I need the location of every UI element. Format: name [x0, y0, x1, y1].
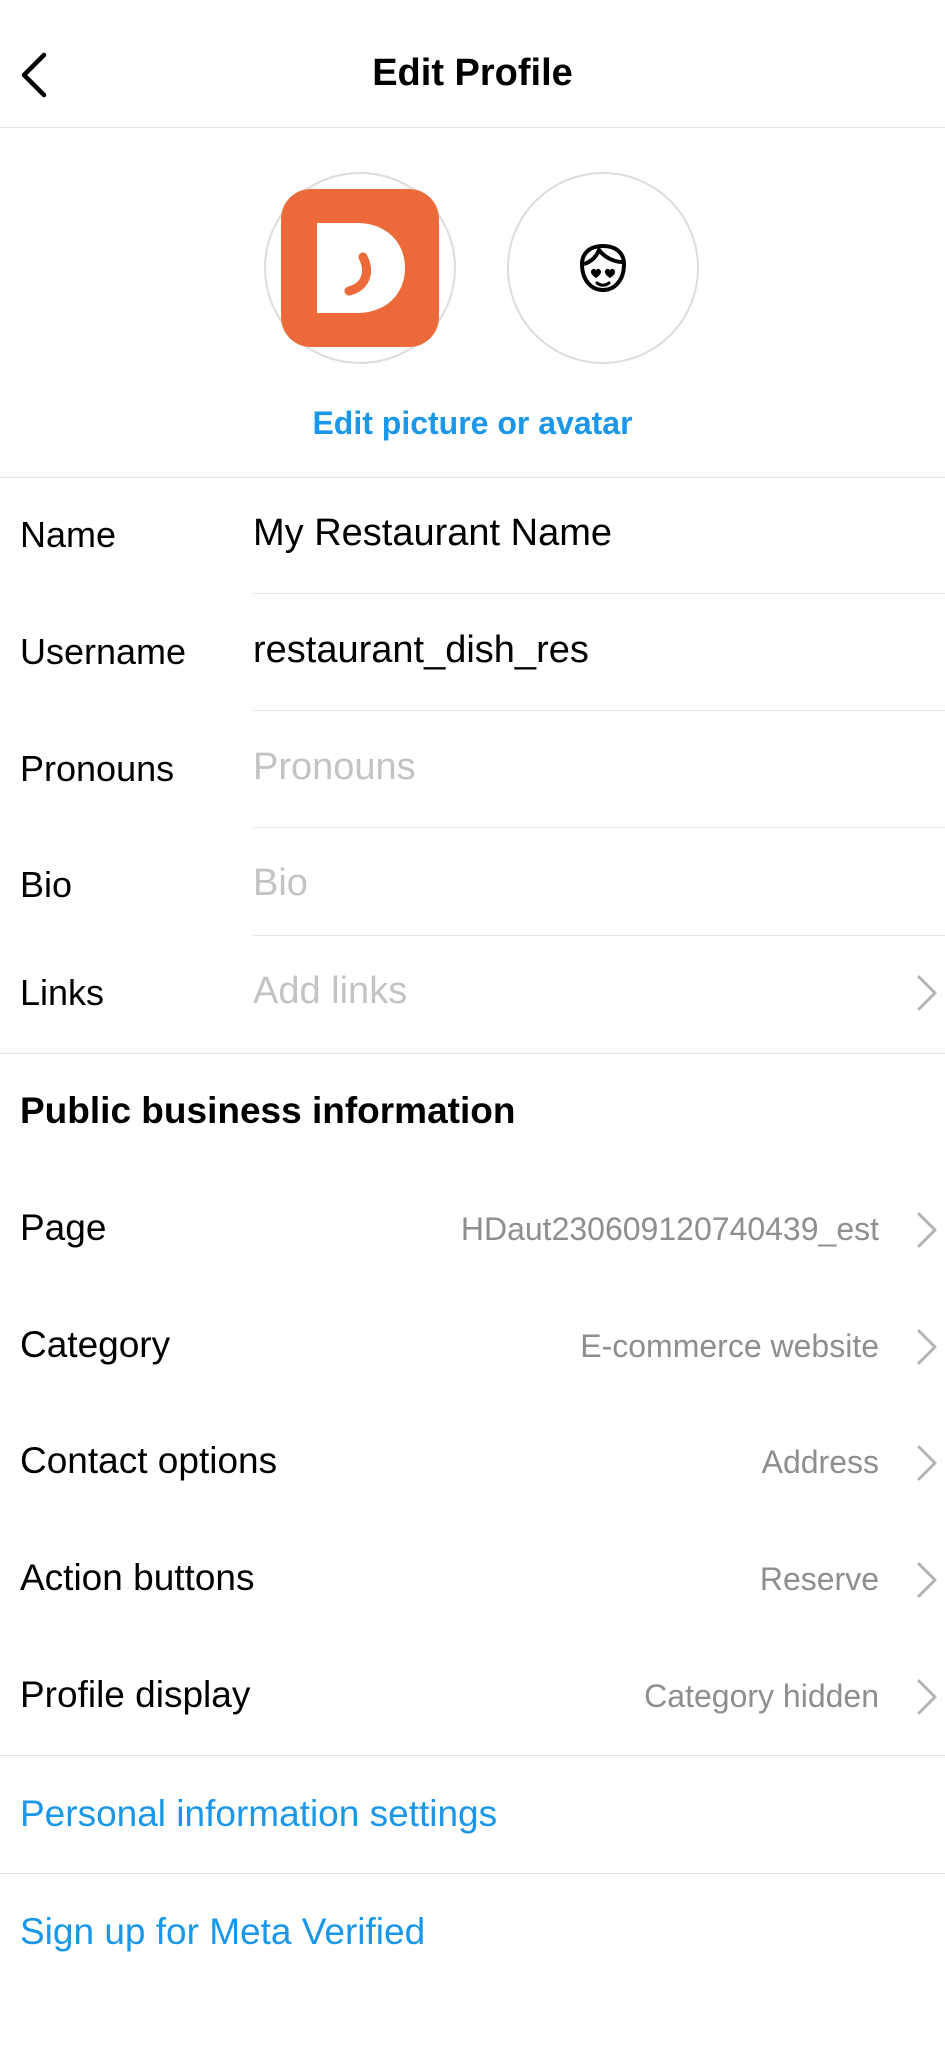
category-value: E-commerce website: [580, 1328, 879, 1364]
divider: [0, 1053, 945, 1054]
username-row: Username restaurant_dish_res: [0, 594, 945, 711]
action-buttons-label: Action buttons: [20, 1557, 255, 1598]
chevron-right-icon: [917, 1212, 937, 1248]
username-input[interactable]: restaurant_dish_res: [253, 629, 589, 672]
chevron-right-icon: [917, 975, 937, 1011]
profile-pictures: [0, 172, 945, 364]
links-label: Links: [20, 972, 105, 1013]
meta-verified-link[interactable]: Sign up for Meta Verified: [20, 1911, 425, 1953]
business-section-title: Public business information: [20, 1090, 516, 1131]
name-input[interactable]: My Restaurant Name: [253, 512, 612, 555]
avatar-picture[interactable]: [507, 172, 699, 364]
edit-profile-screen: Edit Profile Edit picture or avatar Name…: [0, 0, 945, 2048]
chevron-right-icon: [917, 1329, 937, 1365]
restaurant-logo: [281, 189, 439, 347]
profile-display-value: Category hidden: [644, 1678, 879, 1714]
category-row[interactable]: Category E-commerce website: [0, 1302, 945, 1392]
chevron-right-icon: [917, 1679, 937, 1715]
personal-info-settings-link[interactable]: Personal information settings: [20, 1793, 497, 1835]
username-label: Username: [20, 631, 187, 672]
action-buttons-row[interactable]: Action buttons Reserve: [0, 1535, 945, 1625]
category-label: Category: [20, 1324, 171, 1365]
page-title: Edit Profile: [372, 52, 573, 94]
pronouns-label: Pronouns: [20, 748, 175, 789]
contact-options-row[interactable]: Contact options Address: [0, 1418, 945, 1508]
name-row: Name My Restaurant Name: [0, 478, 945, 594]
page-value: HDaut230609120740439_est: [460, 1211, 879, 1247]
pronouns-input[interactable]: Pronouns: [253, 746, 416, 789]
divider: [0, 1755, 945, 1756]
chevron-right-icon: [917, 1562, 937, 1598]
action-buttons-value: Reserve: [759, 1561, 879, 1597]
page-row[interactable]: Page HDaut230609120740439_est: [0, 1185, 945, 1275]
contact-options-label: Contact options: [20, 1440, 278, 1481]
profile-picture[interactable]: [264, 172, 456, 364]
page-label: Page: [20, 1207, 107, 1248]
edit-picture-link[interactable]: Edit picture or avatar: [0, 405, 945, 442]
bio-label: Bio: [20, 864, 73, 905]
name-label: Name: [20, 514, 117, 555]
profile-display-label: Profile display: [20, 1674, 251, 1715]
bio-input[interactable]: Bio: [253, 862, 308, 905]
divider: [0, 1873, 945, 1874]
logo-d-icon: [317, 223, 405, 313]
chevron-right-icon: [917, 1445, 937, 1481]
bio-row: Bio Bio: [0, 828, 945, 936]
profile-display-row[interactable]: Profile display Category hidden: [0, 1652, 945, 1742]
top-bar: Edit Profile: [0, 0, 945, 128]
links-input: Add links: [253, 970, 408, 1012]
contact-options-value: Address: [761, 1444, 879, 1480]
pronouns-row: Pronouns Pronouns: [0, 711, 945, 828]
avatar-face-icon: [579, 243, 627, 293]
links-row[interactable]: Links Add links: [0, 936, 945, 1053]
